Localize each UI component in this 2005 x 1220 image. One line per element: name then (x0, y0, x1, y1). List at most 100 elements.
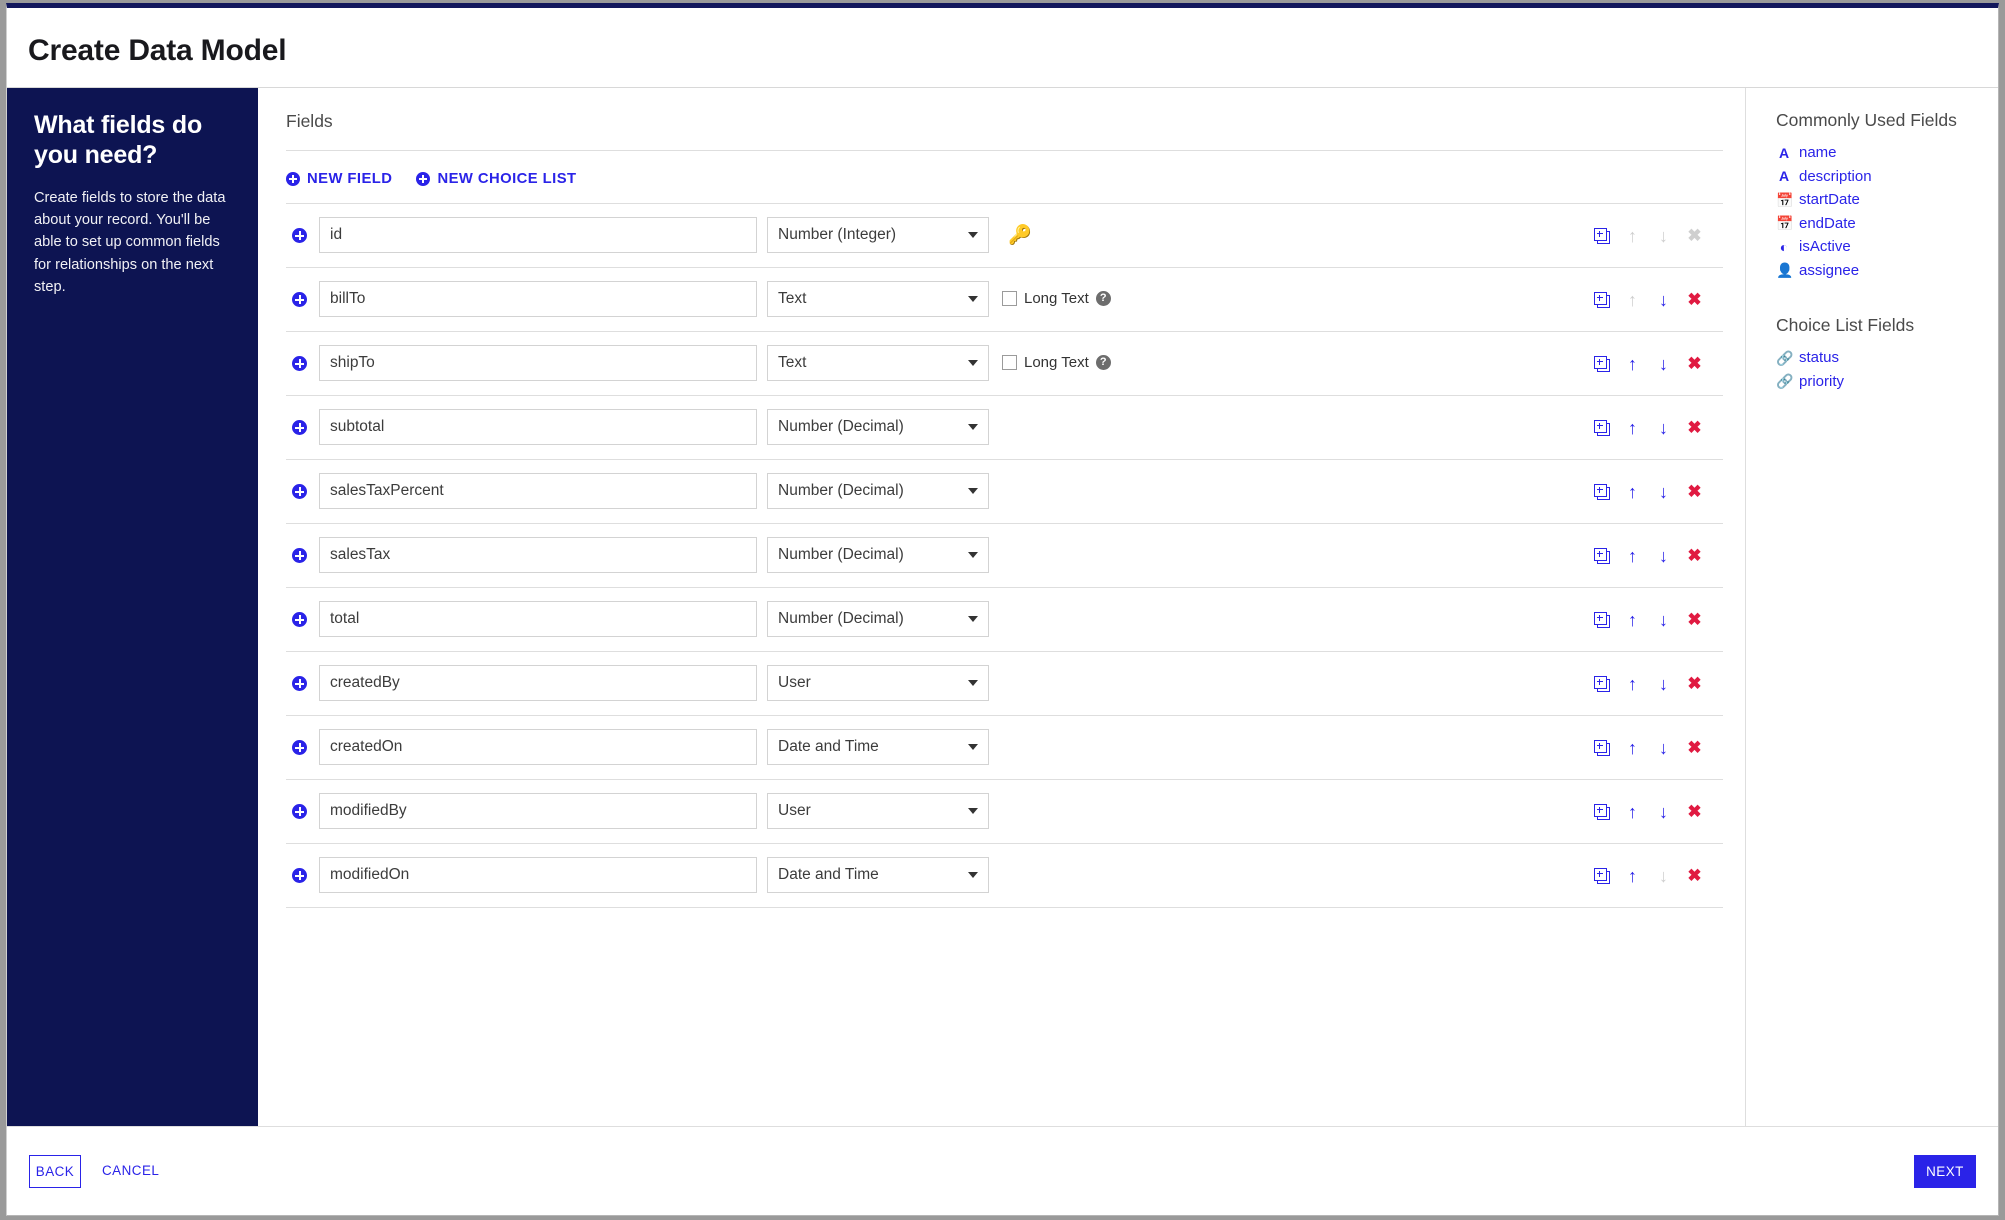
choice-list-field-status[interactable]: 🔗status (1776, 346, 1998, 370)
move-up-button[interactable]: ↑ (1617, 860, 1648, 891)
next-button[interactable]: NEXT (1914, 1155, 1976, 1188)
delete-icon: ✖ (1687, 419, 1701, 436)
duplicate-field-button[interactable] (1586, 732, 1617, 763)
field-name-input[interactable] (319, 345, 757, 381)
drag-handle-icon[interactable] (292, 292, 307, 307)
suggested-field-startDate[interactable]: 📅startDate (1776, 188, 1998, 212)
move-down-button[interactable]: ↓ (1648, 540, 1679, 571)
delete-field-button[interactable]: ✖ (1679, 860, 1710, 891)
field-type-select[interactable]: User (767, 665, 989, 701)
move-down-button[interactable]: ↓ (1648, 604, 1679, 635)
long-text-checkbox[interactable] (1002, 355, 1017, 370)
field-name-input[interactable] (319, 409, 757, 445)
help-icon[interactable]: ? (1096, 355, 1111, 370)
move-down-icon: ↓ (1659, 803, 1668, 821)
field-name-input[interactable] (319, 601, 757, 637)
move-down-button[interactable]: ↓ (1648, 732, 1679, 763)
delete-field-button[interactable]: ✖ (1679, 668, 1710, 699)
delete-field-button[interactable]: ✖ (1679, 796, 1710, 827)
field-type-select[interactable]: Number (Decimal) (767, 537, 989, 573)
duplicate-field-button[interactable] (1586, 540, 1617, 571)
drag-handle-icon[interactable] (292, 548, 307, 563)
duplicate-field-button[interactable] (1586, 284, 1617, 315)
field-name-input[interactable] (319, 537, 757, 573)
drag-handle-icon[interactable] (292, 612, 307, 627)
field-type-select[interactable]: Text (767, 281, 989, 317)
chevron-down-icon (968, 296, 978, 302)
suggested-field-endDate[interactable]: 📅endDate (1776, 212, 1998, 236)
field-name-input[interactable] (319, 281, 757, 317)
move-up-icon: ↑ (1628, 419, 1637, 437)
drag-handle-icon[interactable] (292, 868, 307, 883)
duplicate-field-button[interactable] (1586, 668, 1617, 699)
move-up-button[interactable]: ↑ (1617, 476, 1648, 507)
back-button[interactable]: BACK (29, 1155, 81, 1188)
drag-handle-icon[interactable] (292, 356, 307, 371)
field-name-input[interactable] (319, 665, 757, 701)
new-field-button[interactable]: NEW FIELD (286, 171, 392, 187)
drag-handle-icon[interactable] (292, 484, 307, 499)
drag-handle-icon[interactable] (292, 740, 307, 755)
field-type-select[interactable]: Number (Decimal) (767, 409, 989, 445)
field-type-select[interactable]: Number (Decimal) (767, 473, 989, 509)
field-name-input[interactable] (319, 793, 757, 829)
delete-icon: ✖ (1687, 355, 1701, 372)
field-name-input[interactable] (319, 729, 757, 765)
move-up-button[interactable]: ↑ (1617, 540, 1648, 571)
row-actions: ↑↓ ✖ (1586, 332, 1710, 395)
suggested-field-name[interactable]: Aname (1776, 141, 1998, 165)
chevron-down-icon (968, 616, 978, 622)
suggested-field-description[interactable]: Adescription (1776, 165, 1998, 189)
field-type-select[interactable]: Text (767, 345, 989, 381)
move-up-button[interactable]: ↑ (1617, 348, 1648, 379)
drag-handle-icon[interactable] (292, 228, 307, 243)
delete-field-button[interactable]: ✖ (1679, 348, 1710, 379)
duplicate-field-button[interactable] (1586, 412, 1617, 443)
choice-list-field-priority[interactable]: 🔗priority (1776, 370, 1998, 394)
row-actions: ↑↓✖ (1586, 460, 1710, 523)
move-down-button[interactable]: ↓ (1648, 284, 1679, 315)
move-down-button[interactable]: ↓ (1648, 412, 1679, 443)
field-type-select[interactable]: Date and Time (767, 857, 989, 893)
long-text-checkbox[interactable] (1002, 291, 1017, 306)
delete-field-button[interactable]: ✖ (1679, 540, 1710, 571)
move-down-button[interactable]: ↓ (1648, 796, 1679, 827)
delete-field-button[interactable]: ✖ (1679, 604, 1710, 635)
field-type-select[interactable]: User (767, 793, 989, 829)
move-up-button[interactable]: ↑ (1617, 668, 1648, 699)
duplicate-field-button[interactable] (1586, 860, 1617, 891)
move-up-button[interactable]: ↑ (1617, 604, 1648, 635)
move-up-button[interactable]: ↑ (1617, 732, 1648, 763)
move-down-button: ↓ (1648, 220, 1679, 251)
duplicate-field-button[interactable] (1586, 796, 1617, 827)
delete-field-button[interactable]: ✖ (1679, 732, 1710, 763)
drag-handle-icon[interactable] (292, 420, 307, 435)
field-name-input[interactable] (319, 857, 757, 893)
field-name-input[interactable] (319, 217, 757, 253)
duplicate-field-button[interactable] (1586, 604, 1617, 635)
move-up-button[interactable]: ↑ (1617, 412, 1648, 443)
duplicate-icon (1594, 356, 1610, 372)
drag-handle-icon[interactable] (292, 804, 307, 819)
delete-field-button[interactable]: ✖ (1679, 476, 1710, 507)
help-icon[interactable]: ? (1096, 291, 1111, 306)
suggested-field-isActive[interactable]: ◐isActive (1776, 235, 1998, 259)
suggested-field-assignee[interactable]: 👤assignee (1776, 259, 1998, 283)
new-choice-list-button[interactable]: NEW CHOICE LIST (416, 171, 576, 187)
drag-handle-icon[interactable] (292, 676, 307, 691)
move-down-button[interactable]: ↓ (1648, 476, 1679, 507)
field-type-select[interactable]: Number (Decimal) (767, 601, 989, 637)
field-type-select[interactable]: Date and Time (767, 729, 989, 765)
link-icon: 🔗 (1776, 374, 1792, 388)
delete-field-button[interactable]: ✖ (1679, 412, 1710, 443)
cancel-button[interactable]: CANCEL (102, 1163, 159, 1178)
move-down-button[interactable]: ↓ (1648, 668, 1679, 699)
duplicate-field-button[interactable] (1586, 220, 1617, 251)
duplicate-field-button[interactable] (1586, 348, 1617, 379)
field-name-input[interactable] (319, 473, 757, 509)
duplicate-field-button[interactable] (1586, 476, 1617, 507)
delete-field-button[interactable]: ✖ (1679, 284, 1710, 315)
move-up-button[interactable]: ↑ (1617, 796, 1648, 827)
field-type-select[interactable]: Number (Integer) (767, 217, 989, 253)
move-down-button[interactable]: ↓ (1648, 348, 1679, 379)
